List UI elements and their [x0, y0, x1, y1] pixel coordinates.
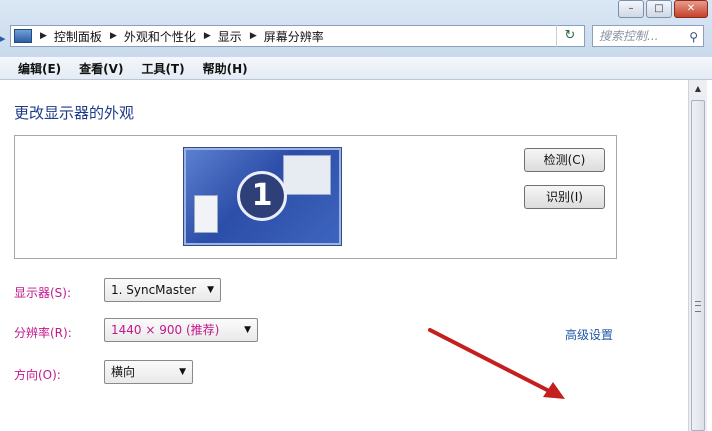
refresh-icon[interactable]: ↻: [556, 25, 583, 47]
chevron-down-icon: ▼: [244, 325, 251, 335]
address-bar[interactable]: ▶ 控制面板 ▶ 外观和个性化 ▶ 显示 ▶ 屏幕分辨率: [10, 25, 585, 47]
annotation-arrow-icon: [428, 328, 565, 399]
window-controls: – □ ✕: [618, 0, 708, 18]
main-content: 更改显示器的外观 1 检测(C) 识别(I) 显示器(S): 1. SyncMa…: [0, 80, 688, 431]
resolution-label: 分辨率(R):: [14, 326, 72, 340]
scroll-up-icon[interactable]: ▲: [689, 80, 707, 98]
chevron-right-icon[interactable]: ▶: [40, 31, 47, 41]
resolution-select-value: 1440 × 900 (推荐): [111, 323, 220, 337]
chevron-right-icon[interactable]: ▸: [0, 30, 10, 48]
maximize-button[interactable]: □: [646, 0, 672, 18]
orientation-label: 方向(O):: [14, 368, 61, 382]
scroll-thumb[interactable]: [691, 100, 705, 431]
orientation-select[interactable]: 横向 ▼: [104, 360, 193, 384]
chevron-down-icon: ▼: [207, 285, 214, 295]
chevron-right-icon[interactable]: ▶: [110, 31, 117, 41]
chevron-right-icon[interactable]: ▶: [204, 31, 211, 41]
grip-icon: [695, 301, 701, 312]
menu-view[interactable]: 查看(V): [79, 60, 123, 77]
resolution-select[interactable]: 1440 × 900 (推荐) ▼: [104, 318, 258, 342]
chevron-right-icon[interactable]: ▶: [250, 31, 257, 41]
monitor-preview-panel: 1 检测(C) 识别(I): [14, 135, 617, 259]
window-thumbnail-icon: [194, 195, 218, 233]
search-placeholder: 搜索控制...: [599, 29, 659, 43]
orientation-select-value: 横向: [111, 365, 136, 379]
display-select[interactable]: 1. SyncMaster ▼: [104, 278, 221, 302]
breadcrumb-screen-resolution[interactable]: 屏幕分辨率: [264, 28, 324, 45]
minimize-button[interactable]: –: [618, 0, 644, 18]
monitor-preview-icon[interactable]: 1: [184, 148, 341, 245]
breadcrumb-display[interactable]: 显示: [218, 28, 242, 45]
window-thumbnail-icon: [283, 155, 331, 195]
close-button[interactable]: ✕: [674, 0, 708, 18]
window-chrome: – □ ✕ ▸ ▶ 控制面板 ▶ 外观和个性化 ▶ 显示 ▶ 屏幕分辨率 ↻ 搜…: [0, 0, 712, 57]
identify-button[interactable]: 识别(I): [524, 185, 605, 209]
menu-edit[interactable]: 编辑(E): [18, 60, 61, 77]
breadcrumb-control-panel[interactable]: 控制面板: [54, 28, 102, 45]
detect-button[interactable]: 检测(C): [524, 148, 605, 172]
vertical-scrollbar[interactable]: ▲: [688, 80, 707, 431]
chevron-down-icon: ▼: [179, 367, 186, 377]
display-label: 显示器(S):: [14, 286, 72, 300]
control-panel-icon: [14, 29, 32, 43]
monitor-number: 1: [237, 171, 287, 221]
menu-bar: 编辑(E) 查看(V) 工具(T) 帮助(H): [0, 57, 712, 80]
search-icon[interactable]: ⚲: [689, 27, 698, 47]
search-input[interactable]: 搜索控制... ⚲: [592, 25, 704, 47]
display-select-value: 1. SyncMaster: [111, 283, 197, 297]
advanced-settings-link[interactable]: 高级设置: [565, 326, 613, 343]
page-title: 更改显示器的外观: [14, 104, 135, 122]
breadcrumb-appearance[interactable]: 外观和个性化: [124, 28, 196, 45]
menu-tools[interactable]: 工具(T): [141, 60, 184, 77]
menu-help[interactable]: 帮助(H): [203, 60, 248, 77]
